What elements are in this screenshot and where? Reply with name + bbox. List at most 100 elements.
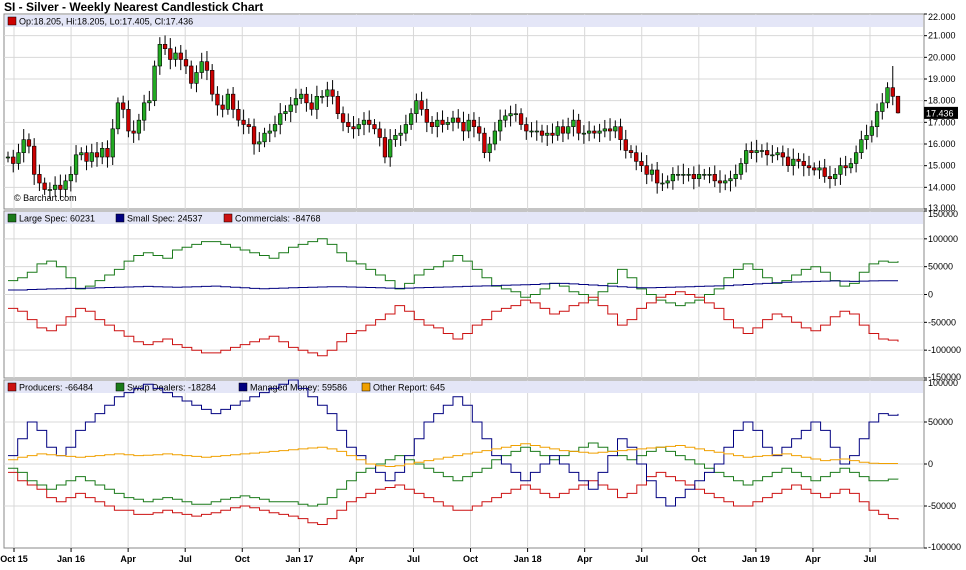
candle-body <box>131 130 136 134</box>
candle-body <box>382 137 388 158</box>
candle-body <box>361 119 367 125</box>
x-tick-label: Jan 17 <box>285 554 313 564</box>
candle-body <box>456 117 461 123</box>
candle-body <box>115 102 121 130</box>
candle-body <box>775 152 780 156</box>
x-tick-label: Apr <box>120 554 136 564</box>
candle-body <box>874 111 880 127</box>
y-tick-label: 16.000 <box>928 139 956 149</box>
candle-body <box>288 104 293 112</box>
candle-body <box>246 124 251 127</box>
candle-body <box>670 174 676 182</box>
legend-label: Other Report: 645 <box>373 383 445 393</box>
x-tick-label: Jul <box>179 554 192 564</box>
candle-body <box>393 135 398 140</box>
candle-body <box>325 89 330 97</box>
candle-body <box>230 93 236 110</box>
candle-body <box>340 113 346 123</box>
candle-body <box>11 156 16 164</box>
candle-body <box>796 158 801 162</box>
candle-body <box>52 184 58 190</box>
candle-body <box>801 161 806 166</box>
candle-body <box>639 161 644 166</box>
y-tick-label: 14.000 <box>928 182 956 192</box>
candle-body <box>210 70 215 95</box>
candle-body <box>686 174 691 176</box>
candle-body <box>655 169 660 184</box>
candle-body <box>848 163 854 169</box>
y-tick-label: 150000 <box>928 209 958 219</box>
candle-body <box>351 126 356 130</box>
chart-svg: 22.00021.00020.00019.00018.00017.00016.0… <box>0 12 961 564</box>
legend-swatch <box>361 382 371 392</box>
y-tick-label: 100000 <box>928 234 958 244</box>
candle-body <box>581 132 587 135</box>
candle-body <box>236 109 241 121</box>
candle-body <box>497 119 503 132</box>
x-tick-label: Jan 19 <box>742 554 770 564</box>
candle-body <box>744 150 749 164</box>
y-tick-label: -50000 <box>928 501 956 511</box>
x-tick-label: Oct <box>235 554 250 564</box>
candle-body <box>173 52 178 60</box>
legend-label: Op:18.205, Hi:18.205, Lo:17.405, Cl:17.4… <box>19 17 193 27</box>
candle-body <box>864 135 869 140</box>
legend-swatch <box>7 16 17 26</box>
candle-body <box>539 130 545 136</box>
candle-body <box>241 119 246 125</box>
candle-body <box>141 102 147 121</box>
chart-root: SI - Silver - Weekly Nearest Candlestick… <box>0 0 966 570</box>
y-tick-label: 0 <box>928 290 933 300</box>
candle-body <box>660 182 665 185</box>
candle-body <box>5 156 11 159</box>
candle-body <box>482 132 487 153</box>
x-tick-label: Apr <box>805 554 821 564</box>
candle-body <box>822 167 827 177</box>
legend-swatch <box>115 213 125 223</box>
candle-body <box>487 143 492 153</box>
y-tick-label: 22.000 <box>928 12 956 22</box>
candle-body <box>314 96 320 110</box>
candle-body <box>58 184 63 190</box>
candle-body <box>199 61 204 73</box>
candle-body <box>403 124 409 134</box>
x-tick-label: Jul <box>863 554 876 564</box>
candle-body <box>26 139 32 147</box>
candle-body <box>126 109 131 132</box>
legend-swatch <box>223 213 233 223</box>
candle-body <box>890 87 895 97</box>
candle-body <box>566 126 571 134</box>
candle-body <box>618 126 623 140</box>
candle-body <box>408 113 414 125</box>
candle-body <box>885 87 890 104</box>
candle-body <box>272 124 278 132</box>
candle-body <box>691 174 696 179</box>
candle-body <box>869 126 874 136</box>
candle-body <box>712 174 717 182</box>
candle-body <box>89 152 94 162</box>
candle-body <box>330 89 335 97</box>
legend-label: Producers: -66484 <box>19 383 93 393</box>
candle-body <box>634 152 639 162</box>
candle-body <box>853 152 859 164</box>
candle-body <box>764 150 770 156</box>
candle-body <box>152 65 157 101</box>
candle-body <box>168 48 173 60</box>
candle-body <box>833 174 838 179</box>
candle-body <box>68 174 73 182</box>
candle-body <box>178 52 183 60</box>
candle-body <box>419 100 424 110</box>
candle-body <box>346 122 351 127</box>
x-tick-label: Oct 15 <box>0 554 28 564</box>
candle-body <box>524 124 529 132</box>
y-tick-label: 50000 <box>928 262 953 272</box>
candle-body <box>791 158 796 166</box>
candle-body <box>503 115 508 121</box>
candle-body <box>733 174 738 179</box>
candle-body <box>37 174 42 184</box>
candle-body <box>435 119 440 127</box>
candle-body <box>895 95 901 114</box>
candle-body <box>32 145 37 175</box>
candle-body <box>607 128 613 132</box>
candle-body <box>110 128 115 158</box>
